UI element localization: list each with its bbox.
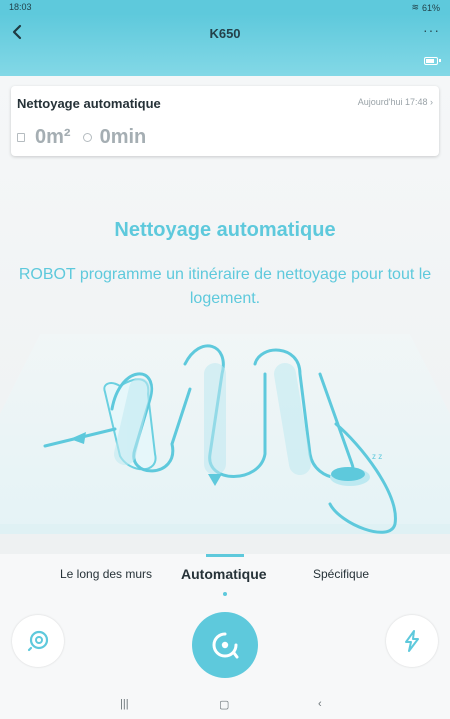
recent-apps-icon[interactable]: ||| <box>120 698 129 710</box>
suction-power-button[interactable] <box>386 615 438 667</box>
spot-clean-icon <box>27 630 49 652</box>
system-back-icon[interactable]: ‹ <box>318 698 322 710</box>
area-icon <box>17 133 25 142</box>
start-cleaning-button[interactable] <box>192 612 258 678</box>
card-stats: 0m² 0min <box>17 126 146 149</box>
home-icon[interactable]: ▢ <box>219 698 229 711</box>
status-icons: ≋ 61% <box>411 2 440 13</box>
card-title: Nettoyage automatique <box>17 96 161 111</box>
status-time: 18:03 <box>9 2 32 12</box>
card-date-text: Aujourd'hui 17:48 <box>357 97 428 107</box>
wifi-icon: ≋ <box>411 2 419 12</box>
cleaning-record-card[interactable]: Nettoyage automatique Aujourd'hui 17:48 … <box>11 86 439 156</box>
tab-le-long-des-murs[interactable]: Le long des murs <box>60 567 152 581</box>
mode-description: ROBOT programme un itinéraire de nettoya… <box>18 266 432 307</box>
lightning-icon <box>405 630 419 652</box>
control-bar <box>0 599 450 689</box>
tab-automatique[interactable]: Automatique <box>181 566 267 582</box>
duration-value: 0min <box>99 126 147 148</box>
robot-start-icon <box>212 632 239 659</box>
tab-specifique[interactable]: Spécifique <box>313 567 369 581</box>
page-title: K650 <box>209 26 241 41</box>
app-header: K650 ··· <box>0 14 450 76</box>
mode-title: Nettoyage automatique <box>114 219 336 241</box>
area-value: 0m² <box>35 126 71 148</box>
main-area: Nettoyage automatique Aujourd'hui 17:48 … <box>0 76 450 554</box>
status-battery: 61% <box>421 2 440 13</box>
chevron-right-icon: › <box>430 97 433 107</box>
robot-battery-icon <box>424 57 441 65</box>
card-date: Aujourd'hui 17:48 › <box>358 97 433 107</box>
more-menu-icon[interactable]: ··· <box>423 22 440 38</box>
spot-clean-button[interactable] <box>12 615 64 667</box>
system-navigation-bar: ||| ▢ ‹ <box>0 689 450 719</box>
active-tab-dot <box>223 592 227 596</box>
status-bar: 18:03 ≋ 61% <box>0 0 450 14</box>
mode-tabs: Le long des murs Automatique Spécifique <box>0 554 450 599</box>
svg-text:z z: z z <box>372 452 382 461</box>
tab-indicator <box>206 554 244 557</box>
clock-icon <box>82 133 92 142</box>
